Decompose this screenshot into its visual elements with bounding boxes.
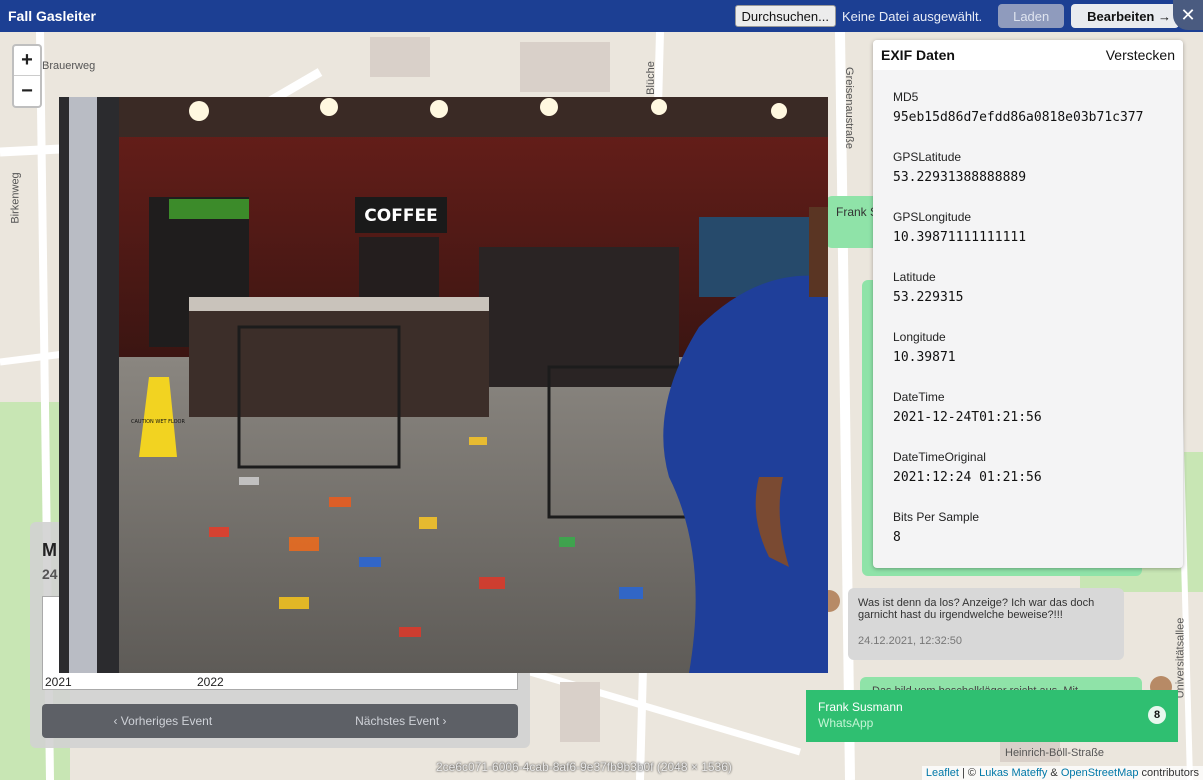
- exif-list: MD5 95eb15d86d7efdd86a0818e03b71c377 GPSL…: [873, 70, 1183, 570]
- close-icon: ✕: [1180, 4, 1196, 25]
- street-label: Birkenweg: [9, 172, 22, 224]
- chat-message-text: Was ist denn da los? Anzeige? Ich war da…: [858, 597, 1095, 621]
- edit-button[interactable]: Bearbeiten →: [1071, 4, 1179, 28]
- exif-entry: GPSLongitude 10.39871111111111: [893, 210, 1163, 270]
- exif-value: 10.39871: [893, 350, 956, 365]
- app-title: Fall Gasleiter: [8, 8, 96, 24]
- timeline-year: 2021: [45, 675, 72, 689]
- exif-key: Latitude: [893, 270, 936, 284]
- exif-key: GPSLongitude: [893, 210, 972, 224]
- previous-event-button[interactable]: ‹ Vorheriges Event: [113, 714, 212, 728]
- edit-button-label: Bearbeiten: [1087, 8, 1155, 24]
- exif-key: Longitude: [893, 330, 946, 344]
- attribution-sep: | ©: [958, 767, 980, 779]
- exif-value: 95eb15d86d7efdd86a0818e03b71c377: [893, 110, 1144, 125]
- wet-floor-sign-text: CAUTION WET FLOOR: [131, 419, 185, 425]
- attribution-suffix: contributors: [1138, 767, 1199, 779]
- contact-name: Frank Susmann: [818, 700, 903, 714]
- map-attribution: Leaflet | © Lukas Mateffy & OpenStreetMa…: [921, 766, 1203, 780]
- exif-value: 8: [893, 530, 901, 545]
- exif-value: 2021-12-24T01:21:56: [893, 410, 1042, 425]
- exif-entry: DateTime 2021-12-24T01:21:56: [893, 390, 1163, 450]
- exif-key: DateTimeOriginal: [893, 450, 986, 464]
- zoom-in-button[interactable]: +: [14, 46, 40, 76]
- exif-key: DateTime: [893, 390, 945, 404]
- exif-key: MD5: [893, 90, 919, 104]
- arrow-right-icon: →: [1158, 8, 1171, 24]
- zoom-out-button[interactable]: −: [14, 76, 40, 106]
- street-label: Brauerweg: [42, 60, 96, 72]
- timeline-title: M: [42, 540, 57, 560]
- leaflet-link[interactable]: Leaflet: [926, 767, 959, 779]
- exif-header: EXIF Daten Verstecken: [873, 40, 1183, 70]
- exif-entry: MD5 95eb15d86d7efdd86a0818e03b71c377: [893, 90, 1163, 150]
- exif-value: 10.39871111111111: [893, 230, 1027, 245]
- exif-title: EXIF Daten: [881, 47, 955, 63]
- contact-card[interactable]: Frank Susmann WhatsApp 8: [806, 690, 1178, 742]
- next-event-button[interactable]: Nächstes Event ›: [355, 714, 446, 728]
- coffee-sign-text: COFFEE: [364, 206, 437, 226]
- exif-entry: Longitude 10.39871: [893, 330, 1163, 390]
- exif-value: 2021:12:24 01:21:56: [893, 470, 1042, 485]
- store-scene-image: COFFEE CAUTION WET FLOOR: [59, 97, 828, 673]
- exif-key: Bits Per Sample: [893, 510, 980, 524]
- exif-key: GPSLatitude: [893, 150, 962, 164]
- street-label: Greisenaustraße: [842, 67, 855, 149]
- close-viewer-button[interactable]: ✕: [1173, 0, 1203, 30]
- message-count-badge: 8: [1148, 706, 1166, 724]
- exif-entry: GPSLatitude 53.22931388888889: [893, 150, 1163, 210]
- browse-file-button[interactable]: Durchsuchen...: [734, 5, 836, 27]
- attribution-amp: &: [1047, 767, 1061, 779]
- top-bar: Fall Gasleiter Durchsuchen... Keine Date…: [0, 0, 1203, 32]
- contact-channel: WhatsApp: [818, 716, 874, 730]
- osm-link[interactable]: OpenStreetMap: [1061, 767, 1139, 779]
- exif-entry: Bits Per Sample 8: [893, 510, 1163, 570]
- evidence-photo[interactable]: COFFEE CAUTION WET FLOOR: [59, 97, 828, 673]
- exif-panel: EXIF Daten Verstecken MD5 95eb15d86d7efdd…: [873, 40, 1183, 568]
- exif-entry: DateTimeOriginal 2021:12:24 01:21:56: [893, 450, 1163, 510]
- load-button[interactable]: Laden: [998, 4, 1065, 28]
- chat-message-timestamp: 24.12.2021, 12:32:50: [858, 635, 962, 647]
- hide-exif-button[interactable]: Verstecken: [1106, 47, 1175, 63]
- chat-message: Was ist denn da los? Anzeige? Ich war da…: [848, 588, 1124, 660]
- exif-value: 53.229315: [893, 290, 964, 305]
- timeline-navigation: ‹ Vorheriges Event Nächstes Event ›: [42, 704, 518, 738]
- zoom-control: + −: [12, 44, 42, 108]
- chat-sender-name: Frank S: [836, 205, 879, 219]
- author-link[interactable]: Lukas Mateffy: [979, 767, 1047, 779]
- exif-value: 53.22931388888889: [893, 170, 1027, 185]
- street-label: Blüche: [644, 61, 657, 95]
- timeline-year: 2022: [197, 675, 224, 689]
- street-label: Universitätsallee: [1174, 617, 1187, 699]
- photo-caption: 2ce6c071-6006-4cab-8af6-9e37fb9b3b0f (20…: [436, 760, 732, 774]
- exif-entry: Latitude 53.229315: [893, 270, 1163, 330]
- street-label: Heinrich-Böll-Straße: [1005, 747, 1105, 759]
- timeline-subtitle: 24: [42, 566, 58, 582]
- no-file-label: Keine Datei ausgewählt.: [841, 8, 983, 24]
